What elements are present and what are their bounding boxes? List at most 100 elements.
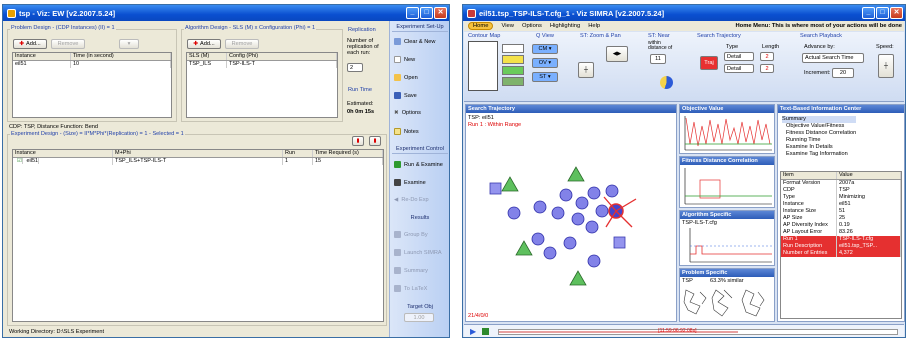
new-button[interactable]: New [394,56,415,63]
tour-thumbnail[interactable] [711,289,733,317]
table-row[interactable]: AP Layout Error 83.26 [781,229,901,236]
swatch[interactable] [502,55,524,64]
speed-slider[interactable]: ┼ [878,54,894,78]
node-circle[interactable] [585,220,599,234]
add-instance-button[interactable]: ✚ Add... [13,39,47,49]
node-circle[interactable] [587,254,601,268]
table-row[interactable]: AP Diversity Index 0.19 [781,222,901,229]
pan-control[interactable]: ◀▶ [606,46,628,62]
examine-button[interactable]: Examine [394,179,426,186]
swatch[interactable] [502,77,524,86]
triangle-node[interactable] [515,240,533,256]
minimize-button[interactable]: _ [406,7,419,19]
replication-stepper[interactable]: 2 [347,63,363,72]
node-circle[interactable] [563,236,577,250]
tour-thumbnail[interactable] [741,289,765,317]
triangle-node[interactable] [569,270,587,286]
table-row[interactable]: CDP TSP [781,187,901,194]
playback-timeline[interactable]: [11:59:06:92:08s] [498,328,898,335]
node-circle[interactable] [575,196,589,210]
maximize-button[interactable]: □ [420,7,433,19]
launch-simra-button[interactable]: Launch SIMRA [394,249,442,256]
triangle-node[interactable] [567,166,585,182]
node-circle[interactable] [507,206,521,220]
algo-plot[interactable] [680,226,774,266]
remove-instance-button[interactable]: Remove [51,39,85,49]
trajectory-canvas[interactable] [466,131,676,311]
instance-stepper[interactable]: ▾ [119,39,139,49]
to-latex-button[interactable]: To LaTeX [394,285,427,292]
tour-thumbnails[interactable] [680,284,774,322]
ov-button[interactable]: OV ▾ [532,58,558,68]
table-row[interactable]: ☑ eil51 TSP_ILS+TSP-ILS-T 1 15 [13,158,383,165]
square-node[interactable] [489,182,502,195]
length-stepper[interactable]: 2 [760,52,774,61]
contour-map-preview[interactable] [468,41,498,91]
near-stepper[interactable]: 11 [650,54,666,64]
node-circle[interactable] [533,200,547,214]
expand-panel-button[interactable]: ▮ [369,136,381,146]
save-button[interactable]: Save [394,92,417,99]
length-stepper-2[interactable]: 2 [760,64,774,73]
stop-icon[interactable] [482,328,489,335]
triangle-node[interactable] [501,176,519,192]
menu-help[interactable]: Help [588,23,600,29]
tree-item[interactable]: Running Time [782,137,856,144]
table-row[interactable]: eil51 10 [13,61,171,68]
cm-button[interactable]: CM ▾ [532,44,558,54]
square-node[interactable] [613,236,626,249]
table-row[interactable]: TSP_ILS TSP-ILS-T [187,61,337,68]
close-button[interactable]: ✕ [890,7,903,19]
table-row[interactable]: Instance eil51 [781,201,901,208]
node-circle[interactable] [587,186,601,200]
menu-highlighting[interactable]: Highlighting [550,23,580,29]
node-circle[interactable] [543,246,557,260]
node-circle[interactable] [531,232,545,246]
table-row[interactable]: AP Size 25 [781,215,901,222]
st-button[interactable]: ST ▾ [532,72,558,82]
objective-plot[interactable] [680,114,774,154]
open-button[interactable]: Open [394,74,418,81]
trajectory-color-button[interactable]: Traj [700,56,718,70]
table-row[interactable]: Instance Size 51 [781,208,901,215]
swatch[interactable] [502,66,524,75]
target-obj-stepper[interactable]: 1.00 [404,313,434,322]
menu-options[interactable]: Options [522,23,542,29]
tour-thumbnail[interactable] [683,289,707,315]
run-examine-button[interactable]: Run & Examine [394,161,443,168]
table-row-highlight[interactable]: Run 1 TSP-ILS-T.cfg [781,236,901,243]
group-by-button[interactable]: Group By [394,231,428,238]
advance-select[interactable]: Actual Search Time [802,53,864,63]
menu-home[interactable]: Home [468,22,494,30]
table-row-highlight[interactable]: Number of Entries 4,372 [781,250,901,257]
tree-item[interactable]: Examine Tag Information [782,151,856,158]
notes-button[interactable]: Notes [394,128,419,135]
table-row[interactable]: Type Minimizing [781,194,901,201]
swatch[interactable] [502,44,524,53]
play-icon[interactable]: ▶ [470,327,476,336]
options-button[interactable]: ✖ Options [394,110,421,116]
node-circle[interactable] [571,212,585,226]
type-select-2[interactable]: Detail [724,64,754,73]
maximize-button[interactable]: □ [876,7,889,19]
checkbox-icon[interactable]: ☑ [15,158,23,164]
fdc-plot[interactable] [680,166,774,208]
menu-view[interactable]: View [501,23,513,29]
collapse-panel-button[interactable]: ▮ [352,136,364,146]
minimize-button[interactable]: _ [862,7,875,19]
increment-stepper[interactable]: 20 [832,68,854,78]
tree-item[interactable]: Summary [782,116,857,123]
tree-item[interactable]: Examine In Details [782,144,856,151]
node-circle[interactable] [605,184,619,198]
add-algorithm-button[interactable]: ✚ Add... [187,39,221,49]
summary-button[interactable]: Summary [394,267,428,274]
table-row-highlight[interactable]: Run Description eil51.tsp_TSP... [781,243,901,250]
node-circle[interactable] [551,206,565,220]
tree-item[interactable]: Objective Value/Fitness [782,123,856,130]
clear-new-button[interactable]: Clear & New [394,38,435,45]
tree-item[interactable]: Fitness Distance Correlation [782,130,856,137]
node-circle[interactable] [559,188,573,202]
remove-algorithm-button[interactable]: Remove [225,39,259,49]
redo-exp-button[interactable]: ◀ Re-Do Exp [394,197,429,203]
zoom-slider[interactable]: ┼ [578,62,594,78]
